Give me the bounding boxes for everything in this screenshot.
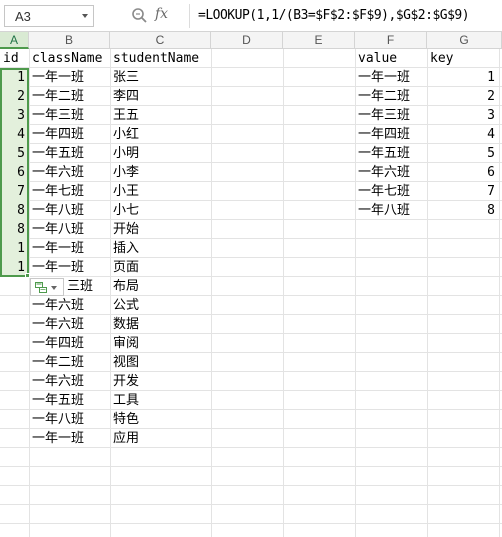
- cell-a4[interactable]: 3: [0, 106, 29, 125]
- magnifier-icon[interactable]: [131, 7, 147, 23]
- name-box[interactable]: A3: [4, 5, 94, 27]
- cell-b11[interactable]: 一年一班: [29, 239, 110, 258]
- cell-c19[interactable]: 工具: [110, 391, 211, 410]
- cell-b12[interactable]: 一年一班: [29, 258, 110, 277]
- cell-f8[interactable]: 一年七班: [355, 182, 427, 201]
- cell-f7[interactable]: 一年六班: [355, 163, 427, 182]
- cell-c12[interactable]: 页面: [110, 258, 211, 277]
- cell-c11[interactable]: 插入: [110, 239, 211, 258]
- column-header-g[interactable]: G: [427, 32, 502, 49]
- cell-c14[interactable]: 公式: [110, 296, 211, 315]
- cell-c4[interactable]: 王五: [110, 106, 211, 125]
- cell-a11[interactable]: 1: [0, 239, 29, 258]
- column-header-c[interactable]: C: [110, 32, 211, 49]
- cell-a9[interactable]: 8: [0, 201, 29, 220]
- cell-f6[interactable]: 一年五班: [355, 144, 427, 163]
- formula-bar-divider: [189, 4, 190, 28]
- cell-a7[interactable]: 6: [0, 163, 29, 182]
- gridline-vertical: [283, 49, 284, 537]
- cell-c20[interactable]: 特色: [110, 410, 211, 429]
- cell-c9[interactable]: 小七: [110, 201, 211, 220]
- cell-c6[interactable]: 小明: [110, 144, 211, 163]
- cell-a2[interactable]: 1: [0, 68, 29, 87]
- cell-a10[interactable]: 8: [0, 220, 29, 239]
- formula-bar: A3 fx =LOOKUP(1,1/(B3=$F$2:$F$9),$G$2:$G…: [0, 0, 502, 32]
- cell-b15[interactable]: 一年六班: [29, 315, 110, 334]
- cell-b21[interactable]: 一年一班: [29, 429, 110, 448]
- cell-b10[interactable]: 一年八班: [29, 220, 110, 239]
- cell-f9[interactable]: 一年八班: [355, 201, 427, 220]
- cell-b18[interactable]: 一年六班: [29, 372, 110, 391]
- cell-b13[interactable]: 三班: [64, 277, 110, 296]
- column-header-a[interactable]: A: [0, 32, 29, 49]
- cell-c18[interactable]: 开发: [110, 372, 211, 391]
- cell-b17[interactable]: 一年二班: [29, 353, 110, 372]
- cell-c17[interactable]: 视图: [110, 353, 211, 372]
- column-header-f[interactable]: F: [355, 32, 427, 49]
- cell-c8[interactable]: 小王: [110, 182, 211, 201]
- column-header-b[interactable]: B: [29, 32, 110, 49]
- cell-g7[interactable]: 6: [427, 163, 499, 182]
- fx-icon[interactable]: fx: [155, 6, 168, 22]
- cell-a1[interactable]: id: [0, 49, 29, 68]
- cell-b1[interactable]: className: [29, 49, 110, 68]
- cell-a6[interactable]: 5: [0, 144, 29, 163]
- cell-c2[interactable]: 张三: [110, 68, 211, 87]
- name-box-value: A3: [15, 9, 31, 24]
- cell-f2[interactable]: 一年一班: [355, 68, 427, 87]
- cell-a3[interactable]: 2: [0, 87, 29, 106]
- autofill-options-icon: [35, 282, 47, 293]
- cell-b16[interactable]: 一年四班: [29, 334, 110, 353]
- cell-b3[interactable]: 一年二班: [29, 87, 110, 106]
- cell-b9[interactable]: 一年八班: [29, 201, 110, 220]
- cell-b7[interactable]: 一年六班: [29, 163, 110, 182]
- cell-a5[interactable]: 4: [0, 125, 29, 144]
- cell-c7[interactable]: 小李: [110, 163, 211, 182]
- cell-c3[interactable]: 李四: [110, 87, 211, 106]
- cell-c5[interactable]: 小红: [110, 125, 211, 144]
- cell-g5[interactable]: 4: [427, 125, 499, 144]
- cell-a12[interactable]: 1: [0, 258, 29, 277]
- cell-g8[interactable]: 7: [427, 182, 499, 201]
- cell-b2[interactable]: 一年一班: [29, 68, 110, 87]
- cell-b8[interactable]: 一年七班: [29, 182, 110, 201]
- cell-g2[interactable]: 1: [427, 68, 499, 87]
- cell-f5[interactable]: 一年四班: [355, 125, 427, 144]
- gridline-vertical: [499, 49, 500, 537]
- cell-g1[interactable]: key: [427, 49, 499, 68]
- cell-f4[interactable]: 一年三班: [355, 106, 427, 125]
- worksheet-grid[interactable]: id className studentName value key 1 一年一…: [0, 49, 502, 537]
- formula-input[interactable]: =LOOKUP(1,1/(B3=$F$2:$F$9),$G$2:$G$9): [198, 8, 470, 23]
- cell-c1[interactable]: studentName: [110, 49, 211, 68]
- cell-c10[interactable]: 开始: [110, 220, 211, 239]
- chevron-down-icon: [51, 286, 57, 290]
- cell-b6[interactable]: 一年五班: [29, 144, 110, 163]
- autofill-options-button[interactable]: [30, 278, 64, 296]
- cell-b20[interactable]: 一年八班: [29, 410, 110, 429]
- cell-a8[interactable]: 7: [0, 182, 29, 201]
- cell-c13[interactable]: 布局: [110, 277, 211, 296]
- cell-f3[interactable]: 一年二班: [355, 87, 427, 106]
- gridline-vertical: [211, 49, 212, 537]
- cell-c15[interactable]: 数据: [110, 315, 211, 334]
- column-header-d[interactable]: D: [211, 32, 283, 49]
- cell-g3[interactable]: 2: [427, 87, 499, 106]
- cell-g9[interactable]: 8: [427, 201, 499, 220]
- cell-b14[interactable]: 一年六班: [29, 296, 110, 315]
- cell-b4[interactable]: 一年三班: [29, 106, 110, 125]
- cell-b19[interactable]: 一年五班: [29, 391, 110, 410]
- cell-c21[interactable]: 应用: [110, 429, 211, 448]
- column-header-e[interactable]: E: [283, 32, 355, 49]
- cell-f1[interactable]: value: [355, 49, 427, 68]
- cell-g6[interactable]: 5: [427, 144, 499, 163]
- cell-g4[interactable]: 3: [427, 106, 499, 125]
- cell-b5[interactable]: 一年四班: [29, 125, 110, 144]
- cell-c16[interactable]: 审阅: [110, 334, 211, 353]
- chevron-down-icon[interactable]: [82, 14, 88, 18]
